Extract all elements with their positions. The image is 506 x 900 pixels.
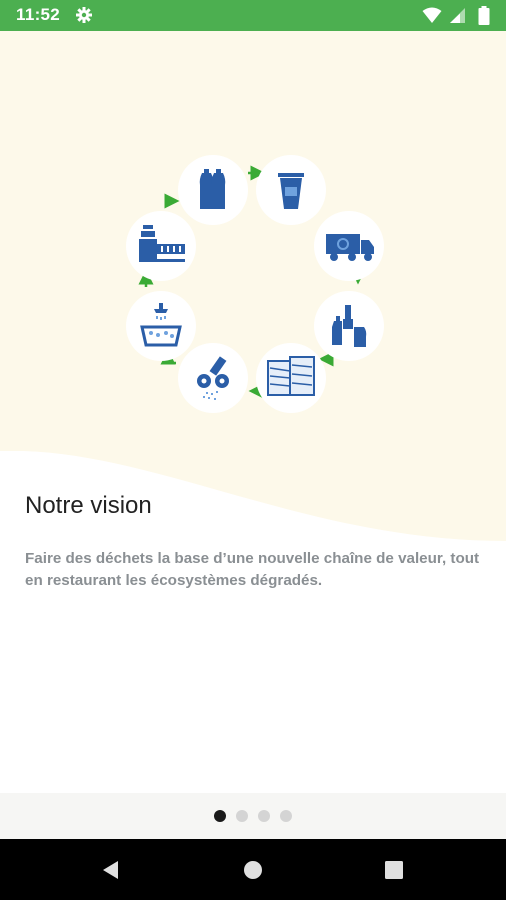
- recycling-cycle-illustration: [120, 151, 392, 413]
- battery-icon: [478, 6, 490, 25]
- washing-icon: [140, 303, 182, 347]
- recents-icon[interactable]: [383, 859, 405, 881]
- gear-icon: [76, 7, 92, 23]
- truck-step: [314, 211, 384, 281]
- wifi-icon: [422, 7, 442, 23]
- pager-bar: [0, 793, 506, 839]
- page-dot-4[interactable]: [280, 810, 292, 822]
- truck-icon: [326, 234, 374, 261]
- washing-step: [126, 291, 196, 361]
- extruder-step: [126, 211, 196, 281]
- page-dot-1[interactable]: [214, 810, 226, 822]
- home-icon[interactable]: [242, 859, 264, 881]
- page-description: Faire des déchets la base d’une nouvelle…: [25, 550, 480, 589]
- page-dot-2[interactable]: [236, 810, 248, 822]
- page-title: Notre vision: [25, 492, 152, 519]
- extruder-icon: [139, 225, 185, 262]
- bales-icon: [267, 356, 315, 396]
- back-icon[interactable]: [100, 859, 122, 881]
- status-time: 11:52: [16, 5, 61, 24]
- signal-icon: [450, 8, 465, 23]
- page-dot-3[interactable]: [258, 810, 270, 822]
- bales-step: [256, 343, 326, 413]
- status-bar: 11:52: [0, 0, 506, 31]
- navigation-bar: [0, 839, 506, 900]
- hero-background: [0, 31, 506, 561]
